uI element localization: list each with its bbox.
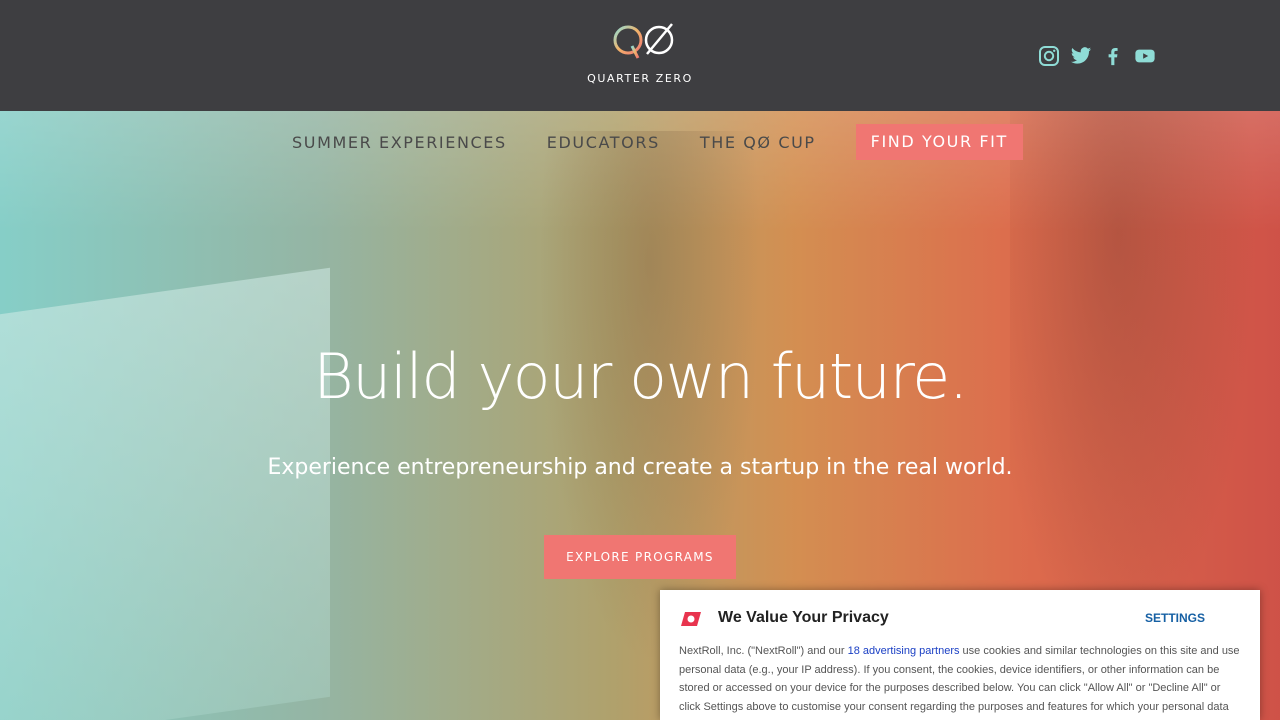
privacy-title: We Value Your Privacy (718, 609, 889, 626)
hero-subhead: Experience entrepreneurship and create a… (267, 455, 1013, 480)
explore-programs-button[interactable]: EXPLORE PROGRAMS (544, 535, 736, 579)
main-nav: SUMMER EXPERIENCES EDUCATORS THE QØ CUP … (292, 124, 1023, 160)
logo-text: QUARTER ZERO (587, 72, 693, 85)
nextroll-logo-icon (679, 609, 703, 629)
twitter-icon[interactable] (1070, 45, 1092, 67)
advertising-partners-link[interactable]: 18 advertising partners (848, 645, 960, 657)
privacy-body-prefix: NextRoll, Inc. ("NextRoll") and our (679, 645, 848, 657)
nav-summer-experiences[interactable]: SUMMER EXPERIENCES (292, 133, 507, 152)
facebook-icon[interactable] (1102, 45, 1124, 67)
youtube-icon[interactable] (1134, 45, 1156, 67)
privacy-banner: We Value Your Privacy SETTINGS NextRoll,… (660, 590, 1260, 720)
logo-mark-icon (613, 23, 674, 59)
top-header: QUARTER ZERO (0, 0, 1280, 111)
instagram-icon[interactable] (1038, 45, 1060, 67)
privacy-settings-link[interactable]: SETTINGS (1145, 611, 1205, 625)
hero-headline: Build your own future. (313, 340, 968, 413)
social-links (1038, 44, 1156, 68)
site-logo[interactable]: QUARTER ZERO (580, 20, 700, 92)
privacy-body: NextRoll, Inc. ("NextRoll") and our 18 a… (679, 642, 1244, 716)
nav-qo-cup[interactable]: THE QØ CUP (700, 133, 816, 152)
hero-backdrop-left (0, 267, 330, 720)
find-your-fit-button[interactable]: FIND YOUR FIT (855, 124, 1023, 160)
nav-educators[interactable]: EDUCATORS (547, 133, 660, 152)
